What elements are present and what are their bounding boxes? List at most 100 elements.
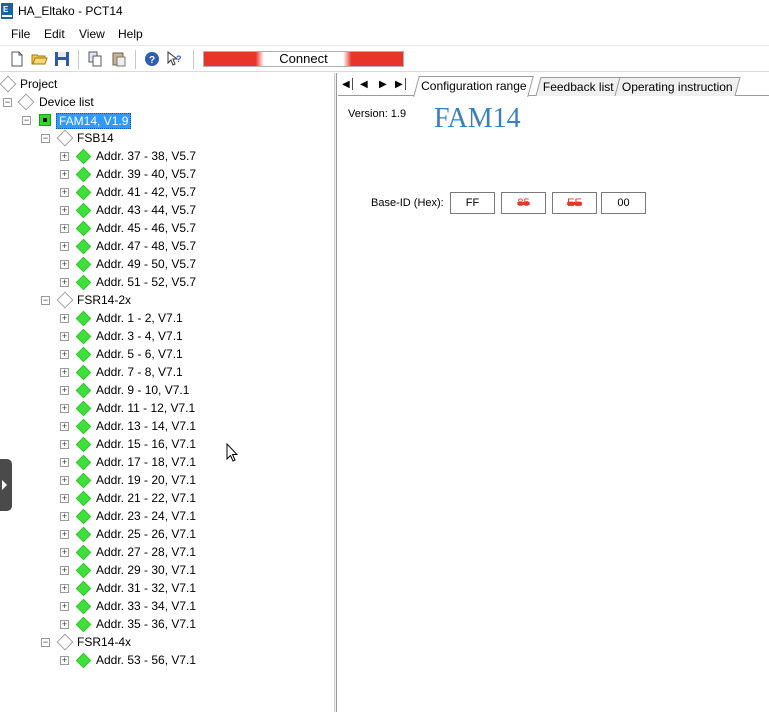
tree-node-device[interactable]: + Addr. 31 - 32, V7.1 <box>0 579 334 597</box>
tree-node-fam14[interactable]: − FAM14, V1.9 <box>0 111 334 129</box>
tree-node-label: Addr. 35 - 36, V7.1 <box>96 617 197 631</box>
tree-node-device[interactable]: + Addr. 37 - 38, V5.7 <box>0 147 334 165</box>
tree-node-device[interactable]: + Addr. 17 - 18, V7.1 <box>0 453 334 471</box>
expand-toggle-icon[interactable]: + <box>60 188 69 197</box>
menu-edit[interactable]: Edit <box>44 27 65 41</box>
tree-node-device[interactable]: + Addr. 25 - 26, V7.1 <box>0 525 334 543</box>
base-id-byte-1[interactable]: FF <box>450 192 495 214</box>
help-icon[interactable]: ? <box>143 50 161 68</box>
expand-toggle-icon[interactable]: − <box>3 98 12 107</box>
device-node-icon <box>75 418 92 435</box>
expand-toggle-icon[interactable]: + <box>60 422 69 431</box>
tab-feedback-list[interactable]: Feedback list <box>535 77 622 96</box>
expand-toggle-icon[interactable]: + <box>60 170 69 179</box>
expand-toggle-icon[interactable]: + <box>60 224 69 233</box>
expand-toggle-icon[interactable]: + <box>60 656 69 665</box>
paste-icon[interactable] <box>110 50 128 68</box>
side-panel-handle[interactable] <box>0 459 12 511</box>
tree-node-device[interactable]: + Addr. 9 - 10, V7.1 <box>0 381 334 399</box>
last-tab-icon[interactable]: ▶│ <box>395 79 409 90</box>
new-file-icon[interactable] <box>8 50 26 68</box>
detail-pane: ◀│ ◀ ▶ ▶│ Configuration range Feedback l… <box>338 73 769 712</box>
tree-node-label: Addr. 29 - 30, V7.1 <box>96 563 197 577</box>
expand-toggle-icon[interactable]: + <box>60 584 69 593</box>
first-tab-icon[interactable]: ◀│ <box>342 79 356 90</box>
expand-toggle-icon[interactable]: + <box>60 386 69 395</box>
tree-node-device[interactable]: + Addr. 35 - 36, V7.1 <box>0 615 334 633</box>
base-id-byte-2[interactable]: 85 <box>501 192 546 214</box>
tree-node-device[interactable]: + Addr. 47 - 48, V5.7 <box>0 237 334 255</box>
next-tab-icon[interactable]: ▶ <box>379 79 387 90</box>
tree-node-group[interactable]: − FSR14-4x <box>0 633 334 651</box>
expand-toggle-icon[interactable]: + <box>60 350 69 359</box>
expand-toggle-icon[interactable]: + <box>60 152 69 161</box>
tree-node-label: Addr. 31 - 32, V7.1 <box>96 581 197 595</box>
device-tree[interactable]: Project − Device list − FAM14, V1.9− FSB14 + Ad… <box>0 73 334 712</box>
tree-node-device[interactable]: + Addr. 5 - 6, V7.1 <box>0 345 334 363</box>
expand-toggle-icon[interactable]: + <box>60 494 69 503</box>
connect-button[interactable]: Connect <box>203 51 404 67</box>
tree-node-device[interactable]: + Addr. 19 - 20, V7.1 <box>0 471 334 489</box>
tree-node-device[interactable]: + Addr. 23 - 24, V7.1 <box>0 507 334 525</box>
tree-node-device[interactable]: + Addr. 21 - 22, V7.1 <box>0 489 334 507</box>
expand-toggle-icon[interactable]: − <box>41 134 50 143</box>
expand-toggle-icon[interactable]: + <box>60 512 69 521</box>
pane-splitter[interactable] <box>334 73 337 712</box>
expand-toggle-icon[interactable]: + <box>60 566 69 575</box>
copy-icon[interactable] <box>86 50 104 68</box>
tree-node-group[interactable]: − FSR14-2x <box>0 291 334 309</box>
tree-node-device[interactable]: + Addr. 13 - 14, V7.1 <box>0 417 334 435</box>
expand-toggle-icon[interactable]: + <box>60 620 69 629</box>
tab-operating-instruction[interactable]: Operating instruction <box>614 77 741 96</box>
tree-node-device[interactable]: + Addr. 39 - 40, V5.7 <box>0 165 334 183</box>
expand-toggle-icon[interactable]: + <box>60 368 69 377</box>
tree-node-device[interactable]: + Addr. 43 - 44, V5.7 <box>0 201 334 219</box>
tree-node-device[interactable]: + Addr. 7 - 8, V7.1 <box>0 363 334 381</box>
tree-node-device[interactable]: + Addr. 41 - 42, V5.7 <box>0 183 334 201</box>
prev-tab-icon[interactable]: ◀ <box>360 79 368 90</box>
expand-toggle-icon[interactable]: + <box>60 548 69 557</box>
tree-node-device[interactable]: + Addr. 53 - 56, V7.1 <box>0 651 334 669</box>
tree-node-device[interactable]: + Addr. 11 - 12, V7.1 <box>0 399 334 417</box>
expand-toggle-icon[interactable]: + <box>60 458 69 467</box>
expand-toggle-icon[interactable]: + <box>60 332 69 341</box>
toolbar-separator <box>78 50 79 69</box>
menu-help[interactable]: Help <box>118 27 143 41</box>
tree-node-device[interactable]: + Addr. 29 - 30, V7.1 <box>0 561 334 579</box>
expand-toggle-icon[interactable]: + <box>60 602 69 611</box>
tree-node-device[interactable]: + Addr. 15 - 16, V7.1 <box>0 435 334 453</box>
expand-toggle-icon[interactable]: + <box>60 440 69 449</box>
expand-toggle-icon[interactable]: + <box>60 206 69 215</box>
base-id-byte-4[interactable]: 00 <box>601 192 646 214</box>
tree-node-device[interactable]: + Addr. 3 - 4, V7.1 <box>0 327 334 345</box>
tree-node-project[interactable]: Project <box>0 75 334 93</box>
tree-node-device-list[interactable]: − Device list <box>0 93 334 111</box>
base-id-byte-3[interactable]: EE <box>552 192 597 214</box>
expand-toggle-icon[interactable]: + <box>60 314 69 323</box>
toolbar: ? ? Connect <box>0 45 769 72</box>
expand-toggle-icon[interactable]: + <box>60 530 69 539</box>
tab-configuration-range[interactable]: Configuration range <box>413 76 535 97</box>
expand-toggle-icon[interactable]: − <box>22 116 31 125</box>
expand-toggle-icon[interactable]: + <box>60 404 69 413</box>
open-folder-icon[interactable] <box>30 50 48 68</box>
expand-toggle-icon[interactable]: − <box>41 296 50 305</box>
tree-node-device[interactable]: + Addr. 45 - 46, V5.7 <box>0 219 334 237</box>
context-help-icon[interactable]: ? <box>166 50 184 68</box>
tree-node-device[interactable]: + Addr. 27 - 28, V7.1 <box>0 543 334 561</box>
expand-toggle-icon[interactable]: + <box>60 278 69 287</box>
expand-toggle-icon[interactable]: + <box>60 260 69 269</box>
tree-node-label: Project <box>20 77 58 91</box>
tree-node-device[interactable]: + Addr. 33 - 34, V7.1 <box>0 597 334 615</box>
tree-node-group[interactable]: − FSB14 <box>0 129 334 147</box>
expand-toggle-icon[interactable]: − <box>41 638 50 647</box>
menu-view[interactable]: View <box>79 27 105 41</box>
tree-node-device[interactable]: + Addr. 49 - 50, V5.7 <box>0 255 334 273</box>
device-node-icon <box>75 616 92 633</box>
tree-node-device[interactable]: + Addr. 51 - 52, V5.7 <box>0 273 334 291</box>
tree-node-device[interactable]: + Addr. 1 - 2, V7.1 <box>0 309 334 327</box>
menu-file[interactable]: File <box>11 27 30 41</box>
expand-toggle-icon[interactable]: + <box>60 242 69 251</box>
save-icon[interactable] <box>53 50 71 68</box>
expand-toggle-icon[interactable]: + <box>60 476 69 485</box>
